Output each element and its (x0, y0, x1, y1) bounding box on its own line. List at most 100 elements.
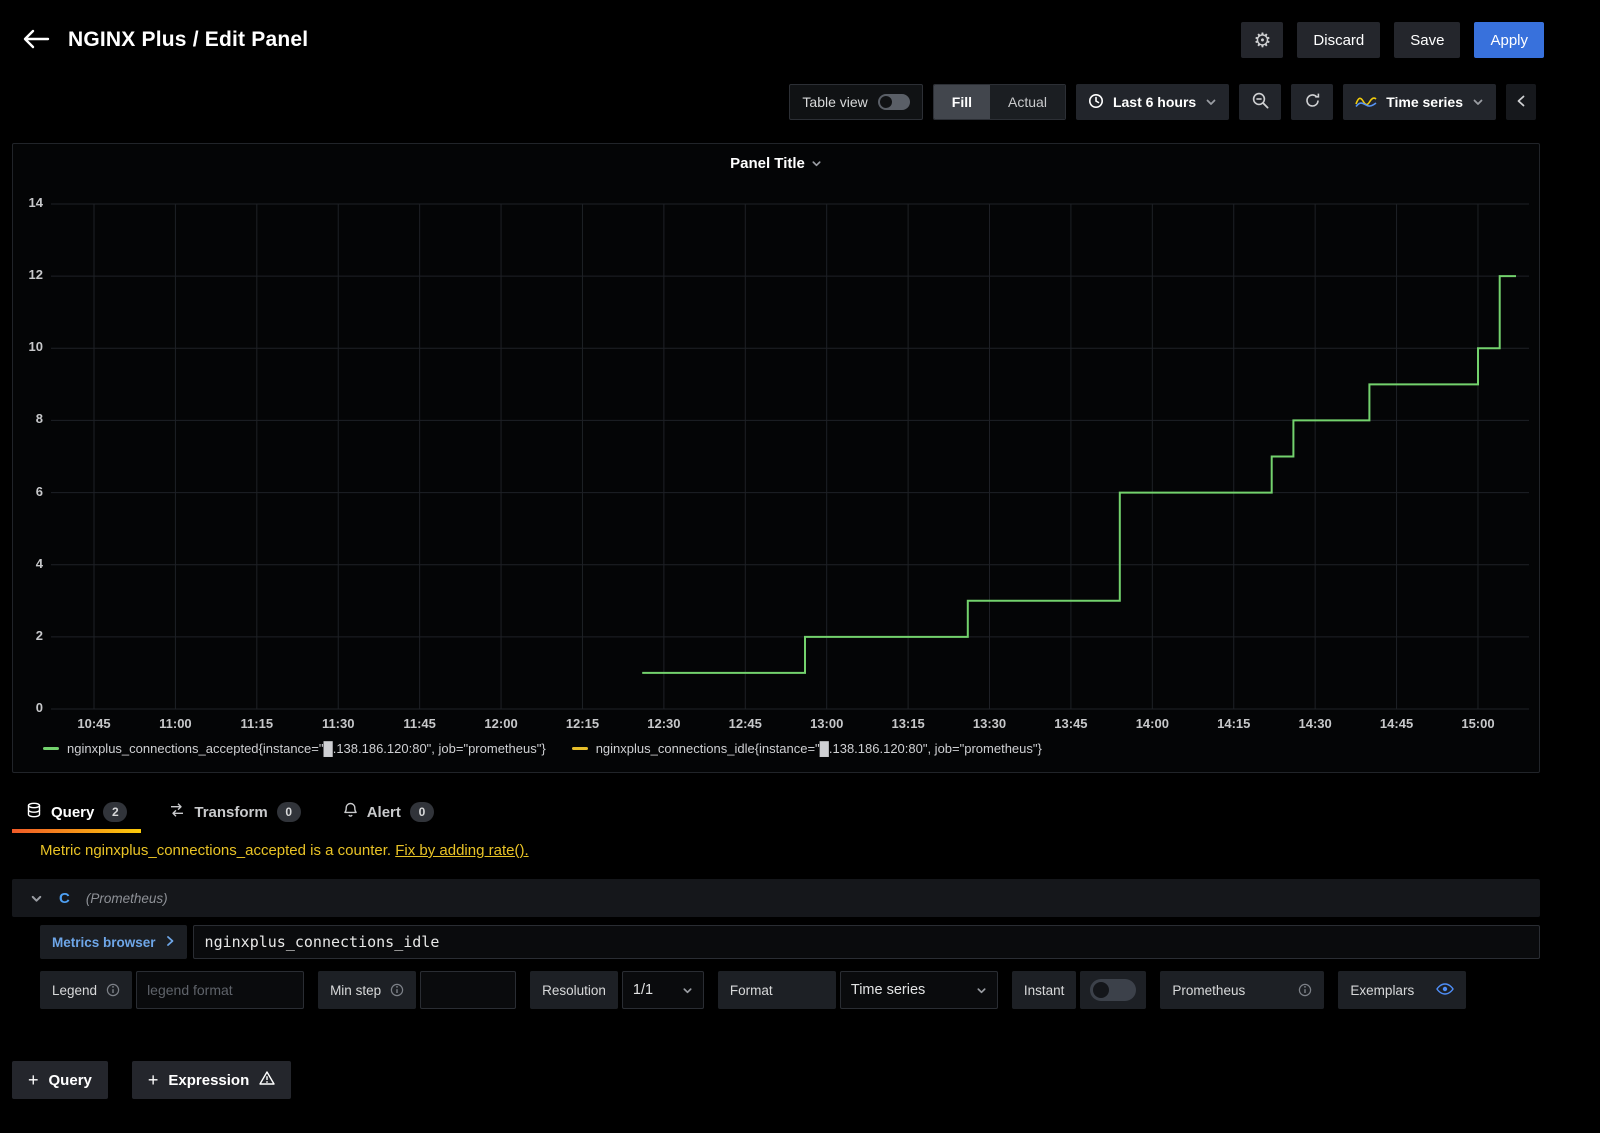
legend-format-input[interactable] (136, 971, 304, 1009)
resolution-select[interactable]: 1/1 (622, 971, 704, 1009)
time-range-label: Last 6 hours (1113, 94, 1196, 110)
alert-count-badge: 0 (410, 802, 434, 822)
database-icon (26, 802, 42, 822)
tab-alert[interactable]: Alert 0 (329, 791, 448, 833)
panel-settings-button[interactable]: ⚙ (1241, 22, 1283, 58)
resolution-value: 1/1 (633, 982, 653, 998)
add-query-label: Query (49, 1072, 92, 1089)
legend-item-accepted[interactable]: nginxplus_connections_accepted{instance=… (43, 741, 546, 756)
time-series-chart-icon (1355, 94, 1377, 111)
resolution-option-label: Resolution (530, 971, 618, 1009)
query-editor: C (Prometheus) Metrics browser nginxplus… (0, 879, 1600, 1009)
editor-tabs: Query 2 Transform 0 Alert 0 (12, 791, 1600, 833)
eye-icon[interactable] (1436, 983, 1454, 998)
collapse-options-pane-button[interactable] (1506, 84, 1536, 120)
info-icon[interactable] (390, 983, 404, 997)
tab-label: Query (51, 804, 94, 821)
x-axis-tick-label: 12:15 (542, 716, 622, 731)
instant-option-label: Instant (1012, 971, 1077, 1009)
x-axis-tick-label: 12:30 (624, 716, 704, 731)
apply-button[interactable]: Apply (1474, 22, 1544, 58)
exemplars-option-label: Exemplars (1338, 971, 1466, 1009)
time-range-picker[interactable]: Last 6 hours (1076, 84, 1229, 120)
chevron-down-icon (1205, 96, 1217, 108)
format-value: Time series (851, 982, 925, 998)
back-button[interactable] (22, 28, 50, 53)
zoom-out-button[interactable] (1239, 84, 1281, 120)
clock-icon (1088, 93, 1104, 112)
transform-icon (169, 802, 185, 822)
add-expression-label: Expression (168, 1072, 249, 1089)
table-view-control: Table view (789, 84, 922, 120)
exemplars-label-text: Exemplars (1350, 983, 1414, 998)
chevron-left-icon (1515, 94, 1527, 111)
chevron-down-icon (976, 985, 987, 996)
visualization-picker[interactable]: Time series (1343, 84, 1496, 120)
instant-toggle[interactable] (1090, 979, 1136, 1001)
tab-query[interactable]: Query 2 (12, 791, 141, 833)
legend-label: nginxplus_connections_idle{instance="█.1… (596, 741, 1042, 756)
active-tab-underline (12, 829, 141, 833)
bell-icon (343, 802, 358, 822)
legend-label: nginxplus_connections_accepted{instance=… (67, 741, 546, 756)
datasource-label-text: Prometheus (1172, 983, 1245, 998)
fix-by-adding-rate-link[interactable]: Fix by adding rate(). (395, 842, 528, 859)
format-select[interactable]: Time series (840, 971, 998, 1009)
query-count-badge: 2 (103, 802, 127, 822)
resolution-option-group: Resolution 1/1 (530, 971, 704, 1009)
add-query-button[interactable]: + Query (12, 1061, 108, 1099)
x-axis-tick-label: 12:45 (705, 716, 785, 731)
x-axis-tick-label: 12:00 (461, 716, 541, 731)
chevron-down-icon[interactable] (30, 892, 43, 905)
promql-expression-input[interactable]: nginxplus_connections_idle (193, 925, 1540, 959)
query-row-header[interactable]: C (Prometheus) (12, 879, 1540, 917)
fill-option[interactable]: Fill (934, 85, 990, 119)
x-axis-tick-label: 11:45 (380, 716, 460, 731)
x-axis-tick-label: 14:30 (1275, 716, 1355, 731)
datasource-option-label: Prometheus (1160, 971, 1324, 1009)
refresh-icon (1304, 92, 1321, 112)
legend-item-idle[interactable]: nginxplus_connections_idle{instance="█.1… (572, 741, 1042, 756)
actual-option[interactable]: Actual (990, 85, 1065, 119)
x-axis-tick-label: 14:15 (1194, 716, 1274, 731)
legend-label-text: Legend (52, 983, 97, 998)
visualization-label: Time series (1386, 94, 1463, 110)
zoom-out-icon (1251, 91, 1270, 113)
tab-transform[interactable]: Transform 0 (155, 791, 314, 833)
x-axis-tick-label: 13:30 (950, 716, 1030, 731)
legend-swatch-green (43, 747, 59, 750)
fill-actual-segmented: Fill Actual (933, 84, 1066, 120)
y-axis-tick-label: 14 (13, 195, 43, 210)
promql-expression-text: nginxplus_connections_idle (205, 933, 440, 951)
save-button[interactable]: Save (1394, 22, 1460, 58)
x-axis-tick-label: 14:00 (1112, 716, 1192, 731)
instant-label-text: Instant (1024, 983, 1065, 998)
chevron-right-icon (165, 935, 175, 950)
metrics-browser-button[interactable]: Metrics browser (40, 925, 187, 959)
legend-option-label: Legend (40, 971, 132, 1009)
top-header: NGINX Plus / Edit Panel ⚙ Discard Save A… (0, 0, 1600, 80)
metrics-browser-label: Metrics browser (52, 935, 156, 950)
discard-button[interactable]: Discard (1297, 22, 1380, 58)
query-datasource-label: (Prometheus) (86, 891, 168, 906)
resolution-label-text: Resolution (542, 983, 606, 998)
min-step-input[interactable] (420, 971, 516, 1009)
query-ref-id: C (59, 890, 70, 907)
min-step-label-text: Min step (330, 983, 381, 998)
y-axis-tick-label: 2 (13, 628, 43, 643)
y-axis-tick-label: 12 (13, 267, 43, 282)
tab-label: Alert (367, 804, 401, 821)
x-axis-tick-label: 15:00 (1438, 716, 1518, 731)
info-icon[interactable] (106, 983, 120, 997)
format-option-group: Format Time series (718, 971, 998, 1009)
gear-icon: ⚙ (1253, 28, 1271, 53)
query-footer: + Query + Expression (12, 1061, 1600, 1099)
refresh-button[interactable] (1291, 84, 1333, 120)
back-arrow-icon (22, 28, 50, 53)
info-icon[interactable] (1298, 983, 1312, 997)
table-view-toggle[interactable] (878, 94, 910, 110)
add-expression-button[interactable]: + Expression (132, 1061, 291, 1099)
transform-count-badge: 0 (277, 802, 301, 822)
x-axis-tick-label: 10:45 (54, 716, 134, 731)
tab-label: Transform (194, 804, 267, 821)
